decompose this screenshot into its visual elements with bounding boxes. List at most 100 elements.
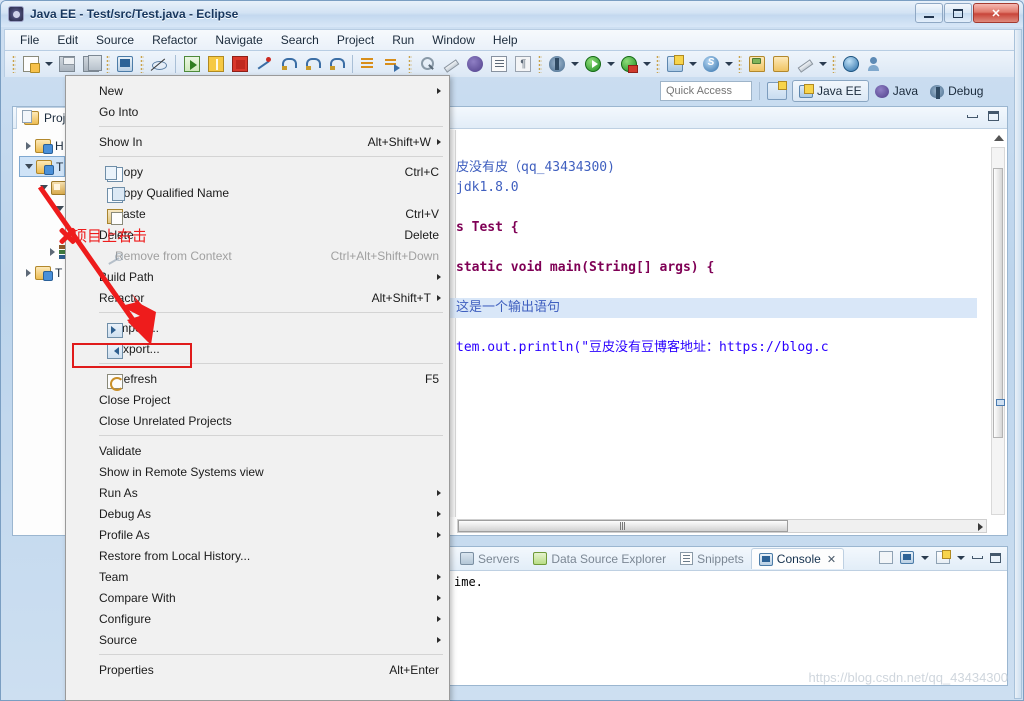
debug-dropdown[interactable] (569, 53, 581, 75)
pin-console-icon[interactable] (879, 551, 893, 564)
edit-button[interactable] (440, 53, 462, 75)
save-button[interactable] (56, 53, 78, 75)
toolbar-grip-3[interactable] (140, 55, 144, 73)
ejb-button[interactable] (464, 53, 486, 75)
open-perspective-button[interactable] (767, 81, 787, 100)
menu-item-export[interactable]: Export... (66, 338, 449, 359)
quick-access-input[interactable] (660, 81, 752, 101)
suspend-button[interactable] (205, 53, 227, 75)
editor-horizontal-scrollbar[interactable] (457, 519, 987, 533)
close-button[interactable]: ✕ (973, 3, 1019, 23)
skip-breakpoints-button[interactable] (148, 53, 170, 75)
menu-item-debug-as[interactable]: Debug As (66, 503, 449, 524)
run-server-dropdown[interactable] (641, 53, 653, 75)
menu-item-build-path[interactable]: Build Path (66, 266, 449, 287)
tab-servers[interactable]: Servers (453, 549, 526, 569)
search-scope-button[interactable]: S (700, 53, 722, 75)
maximize-button[interactable] (944, 3, 972, 23)
menu-project[interactable]: Project (328, 31, 383, 49)
menu-item-restore-from-local-history[interactable]: Restore from Local History... (66, 545, 449, 566)
paragraph-button[interactable]: ¶ (512, 53, 534, 75)
toolbar-grip-7[interactable] (738, 55, 742, 73)
maximize-icon[interactable] (990, 552, 1001, 563)
menu-item-source[interactable]: Source (66, 629, 449, 650)
scrollbar-thumb[interactable] (993, 168, 1003, 438)
menu-item-close-project[interactable]: Close Project (66, 389, 449, 410)
run-on-server-button[interactable] (618, 53, 640, 75)
toolbar-grip-8[interactable] (832, 55, 836, 73)
toolbar-grip-6[interactable] (656, 55, 660, 73)
minimize-icon[interactable] (967, 114, 978, 118)
menu-item-team[interactable]: Team (66, 566, 449, 587)
menu-item-run-as[interactable]: Run As (66, 482, 449, 503)
console-output[interactable]: ime. (450, 572, 1006, 684)
minimize-icon[interactable] (972, 556, 983, 559)
menu-file[interactable]: File (11, 31, 48, 49)
search-scope-dropdown[interactable] (723, 53, 735, 75)
chevron-right-icon[interactable] (21, 142, 35, 150)
menu-item-import[interactable]: Import... (66, 317, 449, 338)
save-all-button[interactable] (80, 53, 102, 75)
run-button[interactable] (582, 53, 604, 75)
maximize-icon[interactable] (988, 111, 999, 121)
menu-item-copy[interactable]: Copy Ctrl+C (66, 161, 449, 182)
close-task-button[interactable] (770, 53, 792, 75)
menu-item-close-unrelated-projects[interactable]: Close Unrelated Projects (66, 410, 449, 431)
menu-run[interactable]: Run (383, 31, 423, 49)
menu-item-show-in[interactable]: Show In Alt+Shift+W (66, 131, 449, 152)
menu-item-show-in-remote-systems-view[interactable]: Show in Remote Systems view (66, 461, 449, 482)
toolbar-grip[interactable] (12, 55, 16, 73)
menu-item-configure[interactable]: Configure (66, 608, 449, 629)
open-task-button[interactable] (746, 53, 768, 75)
perspective-debug[interactable]: Debug (924, 80, 989, 102)
previous-annotation-button[interactable] (382, 53, 404, 75)
menu-navigate[interactable]: Navigate (206, 31, 271, 49)
toolbar-grip-4[interactable] (408, 55, 412, 73)
web-browser-button[interactable] (840, 53, 862, 75)
menu-item-new[interactable]: New (66, 80, 449, 101)
outline-list-button[interactable] (488, 53, 510, 75)
open-type-button[interactable] (416, 53, 438, 75)
chevron-down-icon[interactable] (22, 164, 36, 169)
terminate-button[interactable] (229, 53, 251, 75)
new-wizard-dropdown[interactable] (43, 53, 55, 75)
menu-help[interactable]: Help (484, 31, 527, 49)
menu-item-go-into[interactable]: Go Into (66, 101, 449, 122)
step-into-button[interactable] (277, 53, 299, 75)
step-return-button[interactable] (325, 53, 347, 75)
new-wizard-2-button[interactable] (664, 53, 686, 75)
new-wizard-button[interactable] (20, 53, 42, 75)
menu-item-refresh[interactable]: Refresh F5 (66, 368, 449, 391)
chevron-down-icon[interactable] (37, 185, 51, 190)
menu-item-validate[interactable]: Validate (66, 440, 449, 461)
menu-item-compare-with[interactable]: Compare With (66, 587, 449, 608)
menu-item-copy-qualified-name[interactable]: Copy Qualified Name (66, 182, 449, 203)
annotate-dropdown[interactable] (817, 53, 829, 75)
display-console-dropdown-icon[interactable] (921, 555, 929, 560)
close-icon[interactable]: ✕ (827, 553, 836, 566)
editor-vertical-scrollbar[interactable] (991, 147, 1005, 515)
tab-data-source-explorer[interactable]: Data Source Explorer (526, 549, 673, 569)
scroll-right-arrow-icon[interactable] (978, 523, 983, 531)
tree-item-1[interactable]: T (19, 156, 65, 177)
toolbar-grip-5[interactable] (538, 55, 542, 73)
menu-item-profile-as[interactable]: Profile As (66, 524, 449, 545)
toolbar-grip-2[interactable] (106, 55, 110, 73)
disconnect-button[interactable] (253, 53, 275, 75)
chevron-right-icon[interactable] (45, 248, 59, 256)
menu-item-refactor[interactable]: Refactor Alt+Shift+T (66, 287, 449, 308)
menu-refactor[interactable]: Refactor (143, 31, 206, 49)
step-over-button[interactable] (301, 53, 323, 75)
editor-code-area[interactable]: 皮没有皮（qq_43434300) jdk1.8.0 s Test { stat… (450, 130, 977, 517)
debug-button[interactable] (546, 53, 568, 75)
open-console-dropdown-icon[interactable] (957, 555, 965, 560)
menu-source[interactable]: Source (87, 31, 143, 49)
menu-item-properties[interactable]: Properties Alt+Enter (66, 659, 449, 680)
run-dropdown[interactable] (605, 53, 617, 75)
annotate-button[interactable] (794, 53, 816, 75)
menu-edit[interactable]: Edit (48, 31, 87, 49)
open-console-icon[interactable] (936, 550, 951, 564)
perspective-java[interactable]: Java (869, 80, 924, 102)
tab-console[interactable]: Console ✕ (750, 548, 845, 569)
resume-button[interactable] (181, 53, 203, 75)
